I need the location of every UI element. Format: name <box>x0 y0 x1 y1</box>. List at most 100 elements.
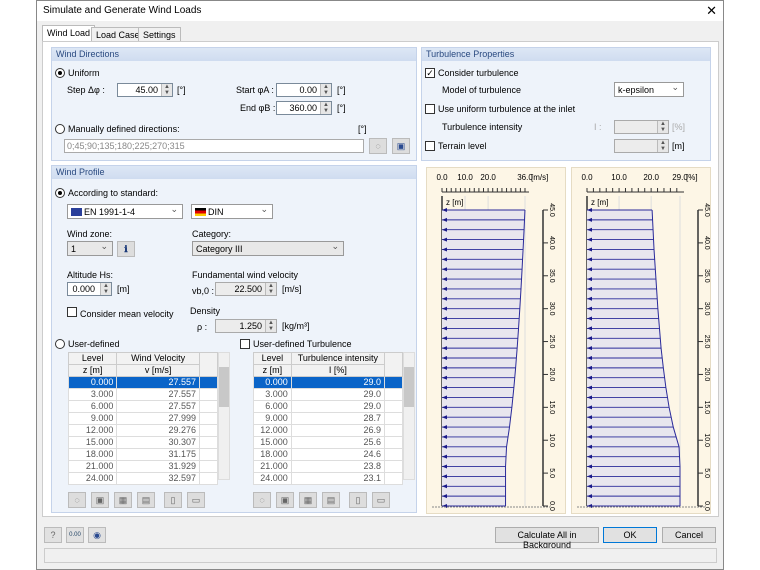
table-cell[interactable]: 23.1 <box>291 473 384 485</box>
altitude-input[interactable]: 0.000▲▼ <box>67 282 112 296</box>
table-row[interactable]: 9.00027.999 <box>69 413 218 425</box>
category-select[interactable]: Category III <box>192 241 344 256</box>
table-row[interactable]: 18.00031.175 <box>69 449 218 461</box>
save-icon[interactable]: ▣ <box>276 492 294 508</box>
tab-settings[interactable]: Settings <box>138 27 181 41</box>
import-excel-icon[interactable]: ▦ <box>114 492 132 508</box>
table-cell[interactable]: 15.000 <box>69 437 117 449</box>
table-row[interactable]: 15.00030.307 <box>69 437 218 449</box>
table-icon[interactable]: ▭ <box>187 492 205 508</box>
table-cell[interactable]: 30.307 <box>117 437 200 449</box>
table-cell[interactable]: 0.000 <box>69 377 117 389</box>
open-icon[interactable]: ◌ <box>253 492 271 508</box>
scroll-thumb[interactable] <box>219 367 229 407</box>
table-row[interactable]: 21.00031.929 <box>69 461 218 473</box>
table-cell[interactable]: 18.000 <box>254 449 292 461</box>
table-cell[interactable]: 29.276 <box>117 425 200 437</box>
table-cell[interactable]: 27.557 <box>117 401 200 413</box>
export-icon[interactable]: ▤ <box>137 492 155 508</box>
turbulence-scrollbar[interactable] <box>403 352 415 480</box>
spin-icon[interactable]: ▲▼ <box>320 84 331 96</box>
table-icon[interactable]: ▭ <box>372 492 390 508</box>
standard-radio[interactable] <box>55 188 65 198</box>
table-cell[interactable]: 32.597 <box>117 473 200 485</box>
table-cell[interactable]: 29.0 <box>291 401 384 413</box>
table-row[interactable]: 6.00027.557 <box>69 401 218 413</box>
manual-radio[interactable] <box>55 124 65 134</box>
table-row[interactable]: 0.00029.0 <box>254 377 403 389</box>
table-cell[interactable]: 9.000 <box>69 413 117 425</box>
table-cell[interactable]: 12.000 <box>254 425 292 437</box>
table-cell[interactable]: 27.999 <box>117 413 200 425</box>
standard-select[interactable]: EN 1991-1-4 <box>67 204 183 219</box>
spin-icon[interactable]: ▲▼ <box>657 140 668 152</box>
table-row[interactable]: 3.00027.557 <box>69 389 218 401</box>
ok-button[interactable]: OK <box>603 527 657 543</box>
spin-icon[interactable]: ▲▼ <box>265 283 276 295</box>
table-row[interactable]: 18.00024.6 <box>254 449 403 461</box>
open-icon[interactable]: ◌ <box>369 138 387 154</box>
scroll-thumb[interactable] <box>404 367 414 407</box>
open-icon[interactable]: ◌ <box>68 492 86 508</box>
help-icon[interactable]: ? <box>44 527 62 543</box>
import-excel-icon[interactable]: ▦ <box>299 492 317 508</box>
cancel-button[interactable]: Cancel <box>662 527 716 543</box>
table-cell[interactable]: 18.000 <box>69 449 117 461</box>
table-cell[interactable]: 29.0 <box>291 377 384 389</box>
table-row[interactable]: 3.00029.0 <box>254 389 403 401</box>
spin-icon[interactable]: ▲▼ <box>100 283 111 295</box>
table-cell[interactable]: 3.000 <box>254 389 292 401</box>
table-row[interactable]: 15.00025.6 <box>254 437 403 449</box>
table-cell[interactable]: 26.9 <box>291 425 384 437</box>
terrain-level-input[interactable]: ▲▼ <box>614 139 669 153</box>
user-defined-radio[interactable] <box>55 339 65 349</box>
save-icon[interactable]: ▣ <box>392 138 410 154</box>
table-cell[interactable]: 29.0 <box>291 389 384 401</box>
table-cell[interactable]: 31.929 <box>117 461 200 473</box>
table-cell[interactable]: 27.557 <box>117 389 200 401</box>
view-icon[interactable]: ◉ <box>88 527 106 543</box>
table-cell[interactable]: 3.000 <box>69 389 117 401</box>
table-row[interactable]: 21.00023.8 <box>254 461 403 473</box>
density-input[interactable]: 1.250▲▼ <box>215 319 277 333</box>
user-turbulence-checkbox[interactable] <box>240 339 250 349</box>
units-icon[interactable]: 0.00 <box>66 527 84 543</box>
end-input[interactable]: 360.00▲▼ <box>276 101 332 115</box>
info-icon[interactable]: ℹ <box>117 241 135 257</box>
spin-icon[interactable]: ▲▼ <box>320 102 331 114</box>
table-cell[interactable]: 25.6 <box>291 437 384 449</box>
table-cell[interactable]: 15.000 <box>254 437 292 449</box>
close-icon[interactable]: ✕ <box>706 3 717 19</box>
table-cell[interactable]: 27.557 <box>117 377 200 389</box>
table-row[interactable]: 12.00026.9 <box>254 425 403 437</box>
table-cell[interactable]: 21.000 <box>69 461 117 473</box>
consider-turbulence-checkbox[interactable]: ✓ <box>425 68 435 78</box>
mean-velocity-checkbox[interactable] <box>67 307 77 317</box>
table-cell[interactable]: 6.000 <box>69 401 117 413</box>
terrain-level-checkbox[interactable] <box>425 141 435 151</box>
velocity-scrollbar[interactable] <box>218 352 230 480</box>
uniform-radio[interactable] <box>55 68 65 78</box>
spin-icon[interactable]: ▲▼ <box>161 84 172 96</box>
model-select[interactable]: k-epsilon <box>614 82 684 97</box>
table-cell[interactable]: 24.6 <box>291 449 384 461</box>
start-input[interactable]: 0.00▲▼ <box>276 83 332 97</box>
uniform-inlet-checkbox[interactable] <box>425 104 435 114</box>
table-row[interactable]: 0.00027.557 <box>69 377 218 389</box>
table-row[interactable]: 6.00029.0 <box>254 401 403 413</box>
tab-wind-load[interactable]: Wind Load <box>42 25 95 42</box>
copy-icon[interactable]: ▯ <box>349 492 367 508</box>
table-cell[interactable]: 21.000 <box>254 461 292 473</box>
spin-icon[interactable]: ▲▼ <box>657 121 668 133</box>
table-row[interactable]: 9.00028.7 <box>254 413 403 425</box>
table-cell[interactable]: 0.000 <box>254 377 292 389</box>
table-cell[interactable]: 6.000 <box>254 401 292 413</box>
table-cell[interactable]: 24.000 <box>254 473 292 485</box>
table-cell[interactable]: 9.000 <box>254 413 292 425</box>
table-row[interactable]: 24.00023.1 <box>254 473 403 485</box>
export-icon[interactable]: ▤ <box>322 492 340 508</box>
table-row[interactable]: 24.00032.597 <box>69 473 218 485</box>
save-icon[interactable]: ▣ <box>91 492 109 508</box>
wind-zone-select[interactable]: 1 <box>67 241 113 256</box>
manual-directions-input[interactable]: 0;45;90;135;180;225;270;315 <box>64 139 364 153</box>
